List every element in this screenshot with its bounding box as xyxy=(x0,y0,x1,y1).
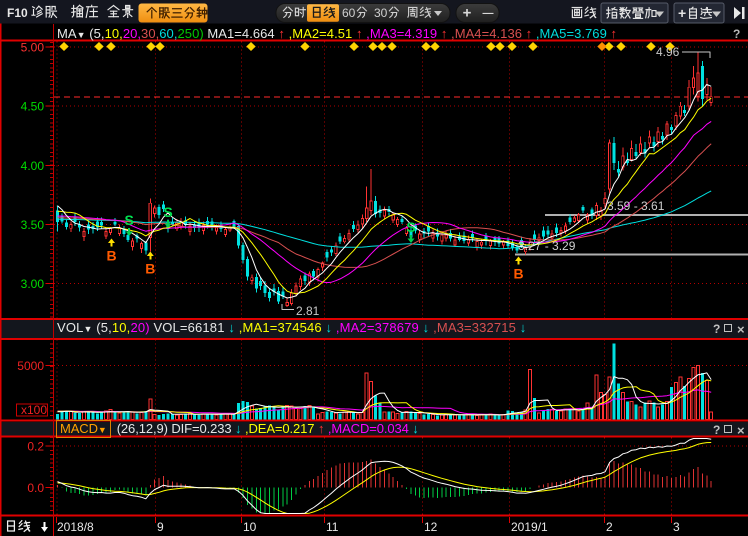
svg-text:2: 2 xyxy=(606,520,613,534)
svg-text:3.59 - 3.61: 3.59 - 3.61 xyxy=(607,199,665,213)
svg-text:3.50: 3.50 xyxy=(21,218,45,232)
svg-text:S: S xyxy=(406,219,415,235)
svg-text:B: B xyxy=(145,261,155,277)
svg-text:11: 11 xyxy=(326,520,339,534)
svg-text:4.50: 4.50 xyxy=(21,100,45,114)
svg-text:0.2: 0.2 xyxy=(27,440,44,454)
svg-text:30: 30 xyxy=(374,6,388,20)
svg-text:0.0: 0.0 xyxy=(27,481,44,495)
svg-text:9: 9 xyxy=(157,520,164,534)
svg-text:B: B xyxy=(513,266,523,282)
svg-text:x100: x100 xyxy=(21,403,47,417)
svg-text:3: 3 xyxy=(673,520,680,534)
svg-text:3.00: 3.00 xyxy=(21,277,45,291)
svg-text:4.00: 4.00 xyxy=(21,159,45,173)
svg-text:+: + xyxy=(463,5,472,22)
svg-text:+: + xyxy=(678,5,686,21)
svg-text:S: S xyxy=(163,204,172,220)
svg-text:10: 10 xyxy=(243,520,257,534)
svg-text:5000: 5000 xyxy=(17,359,44,373)
svg-text:2019/1: 2019/1 xyxy=(511,520,548,534)
svg-text:12: 12 xyxy=(424,520,438,534)
svg-text:S: S xyxy=(125,212,134,228)
svg-text:5.00: 5.00 xyxy=(21,41,45,55)
svg-text:2018/8: 2018/8 xyxy=(57,520,94,534)
svg-text:F10: F10 xyxy=(7,6,28,20)
svg-text:—: — xyxy=(483,8,494,20)
svg-text:60: 60 xyxy=(342,6,356,20)
svg-text:4.96: 4.96 xyxy=(656,45,680,59)
svg-text:3.27 - 3.29: 3.27 - 3.29 xyxy=(518,239,576,253)
svg-text:2.81: 2.81 xyxy=(296,304,320,318)
svg-text:B: B xyxy=(106,248,116,264)
